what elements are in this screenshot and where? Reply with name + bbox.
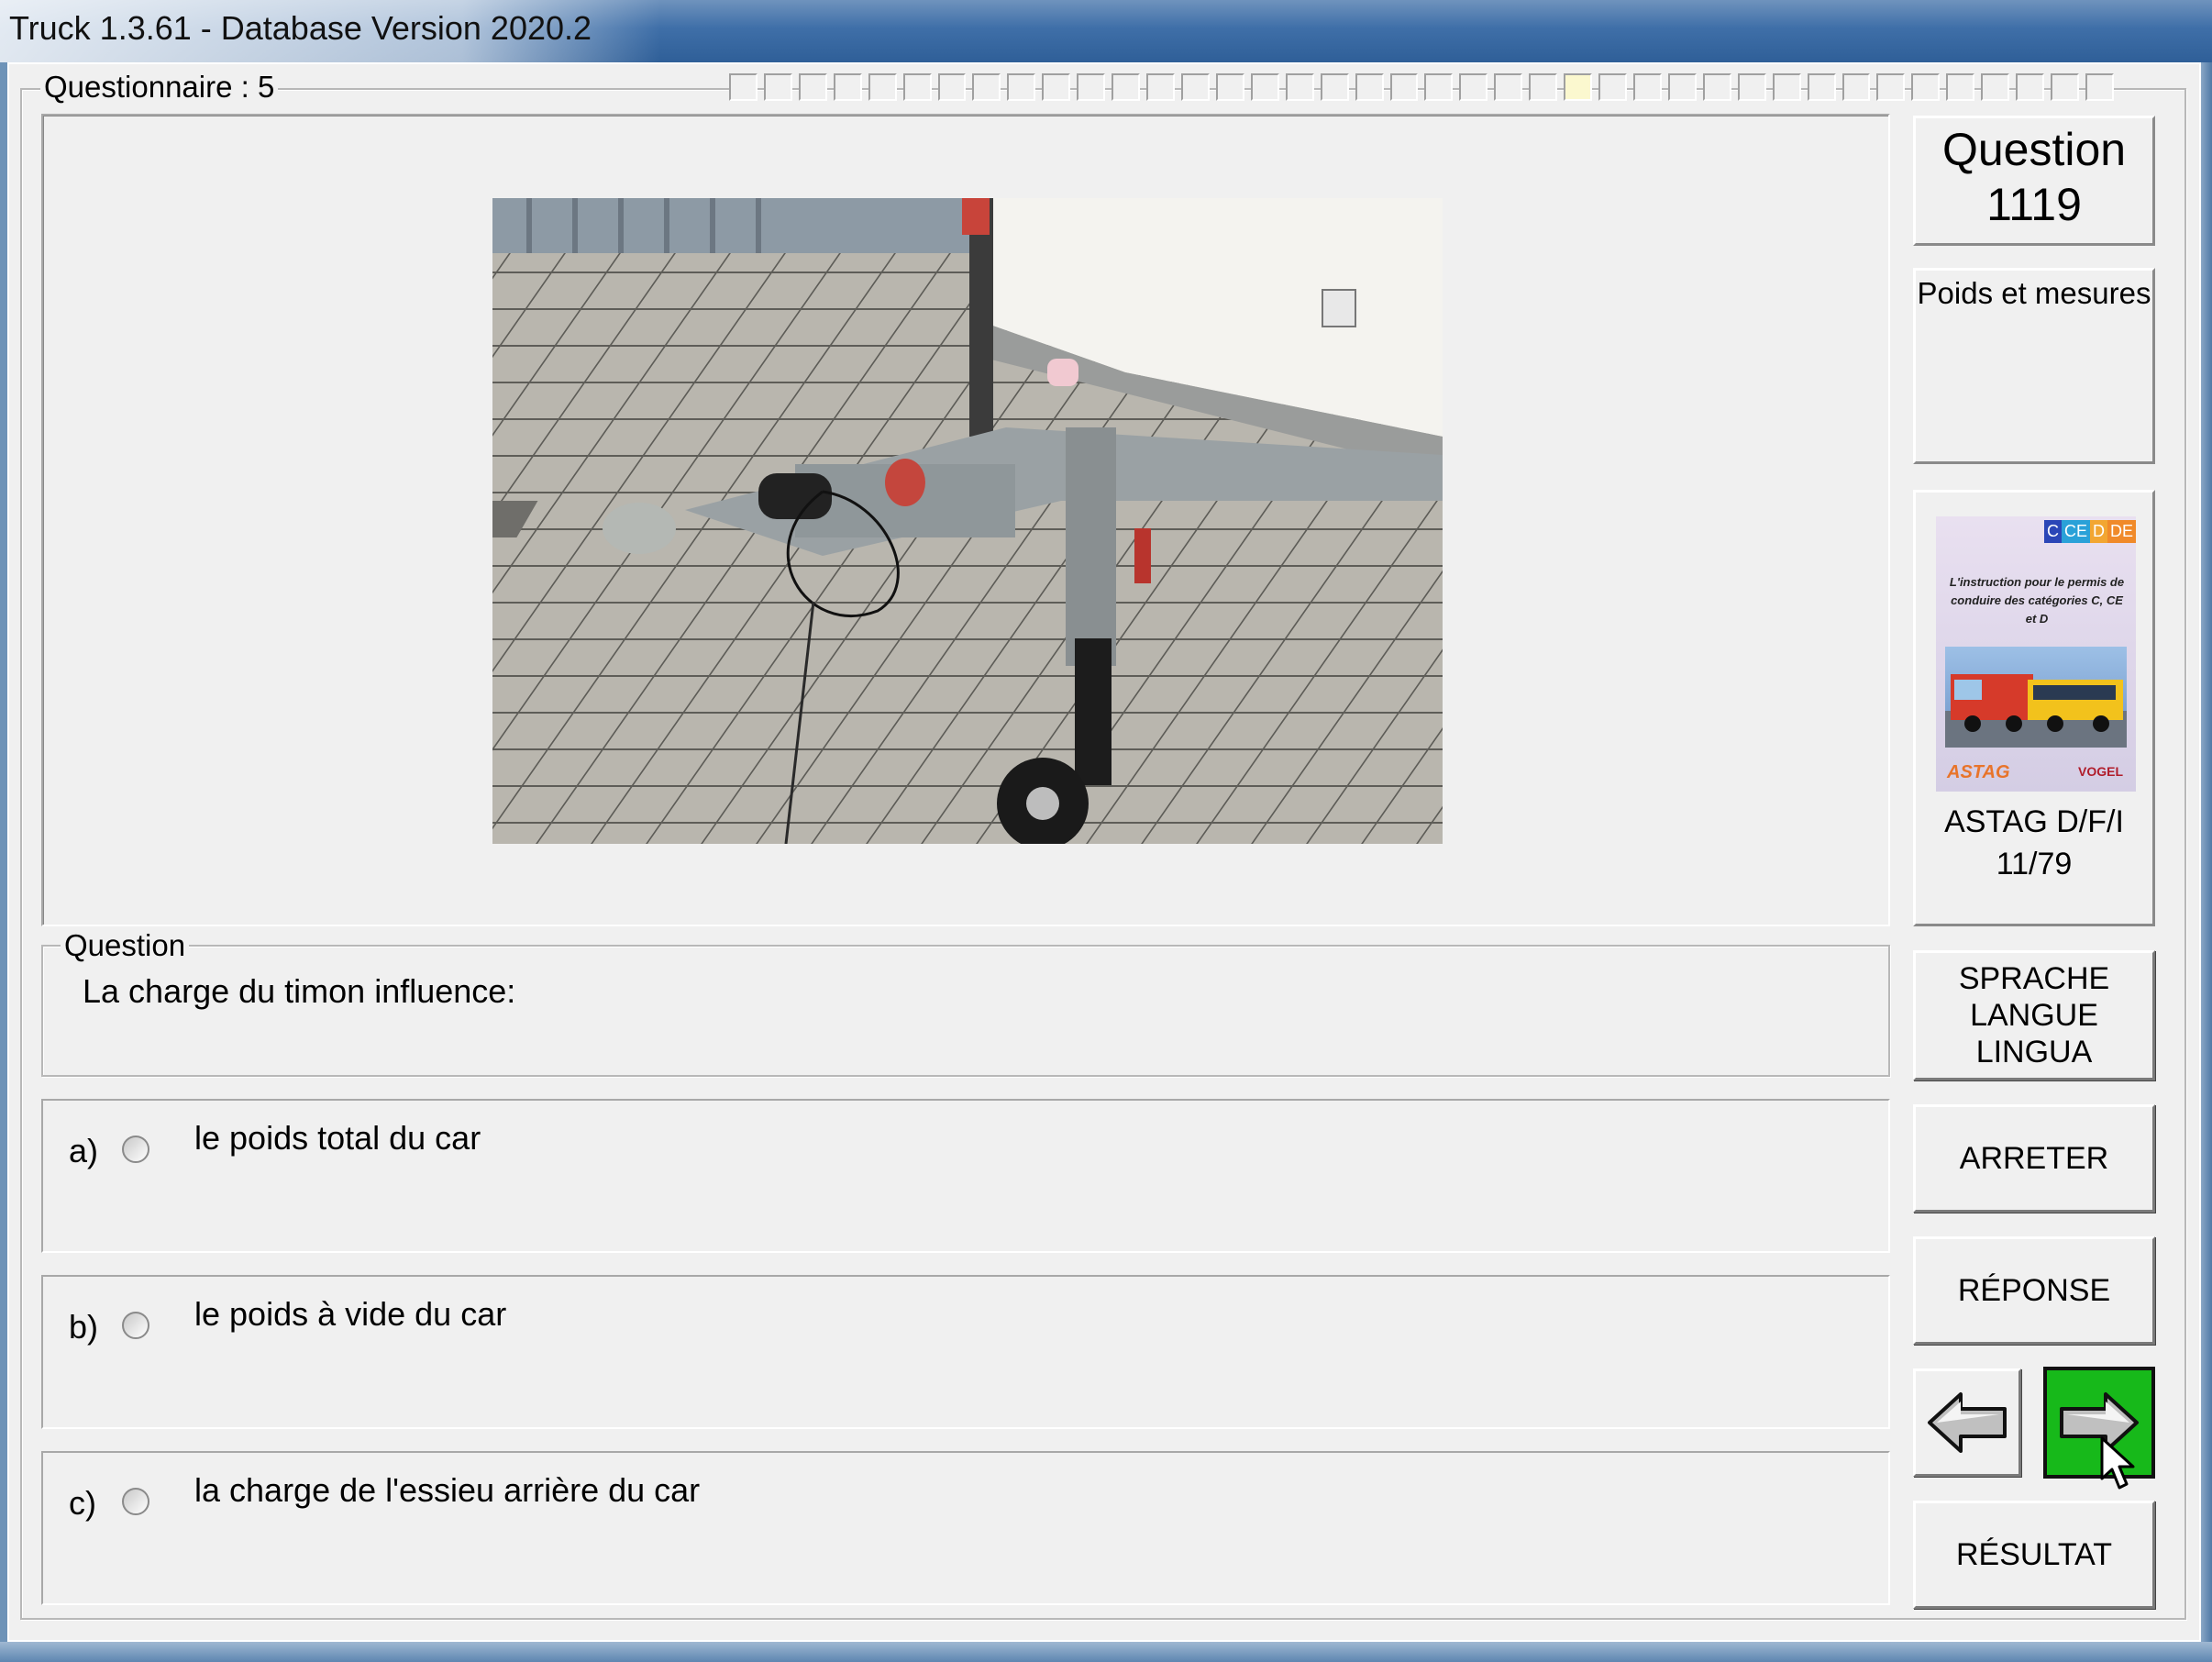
next-button[interactable]: [2043, 1367, 2155, 1479]
progress-segment: [1320, 73, 1349, 101]
progress-segment: [1632, 73, 1662, 101]
language-button[interactable]: SPRACHE LANGUE LINGUA: [1913, 950, 2155, 1080]
progress-segment: [2085, 73, 2114, 101]
language-button-line: SPRACHE: [1958, 961, 2110, 996]
question-photo: [492, 198, 1443, 844]
questionnaire-progress: [729, 73, 2114, 101]
progress-segment: [1807, 73, 1836, 101]
progress-segment: [1876, 73, 1906, 101]
progress-segment: [1667, 73, 1697, 101]
question-group: [41, 945, 1890, 1077]
answer-letter: c): [69, 1484, 96, 1522]
answer-option-a[interactable]: a) le poids total du car: [41, 1099, 1890, 1253]
source-book-box: C CE D DE L'instruction pour le permis d…: [1913, 490, 2155, 926]
window-title: Truck 1.3.61 - Database Version 2020.2: [9, 9, 592, 47]
progress-segment: [1180, 73, 1210, 101]
progress-segment: [972, 73, 1001, 101]
progress-segment: [1077, 73, 1106, 101]
progress-segment: [1702, 73, 1731, 101]
answer-text: la charge de l'essieu arrière du car: [194, 1471, 701, 1509]
answer-c-radio[interactable]: [122, 1488, 149, 1515]
progress-segment: [1250, 73, 1279, 101]
window-frame-right: [2201, 62, 2212, 1662]
window-frame-bottom: [0, 1642, 2212, 1662]
arrow-left-icon: [1928, 1392, 2007, 1453]
answer-text: le poids total du car: [194, 1119, 481, 1157]
progress-segment: [1772, 73, 1801, 101]
progress-segment: [1459, 73, 1488, 101]
progress-segment: [1146, 73, 1175, 101]
book-cover-text: L'instruction pour le permis de conduire…: [1949, 575, 2125, 626]
window-frame-left: [0, 62, 7, 1662]
book-cover-logo-left: ASTAG: [1947, 762, 2010, 782]
answer-option-b[interactable]: b) le poids à vide du car: [41, 1275, 1890, 1429]
answer-button[interactable]: RÉPONSE: [1913, 1236, 2155, 1345]
book-cover-image: C CE D DE L'instruction pour le permis d…: [1936, 516, 2136, 792]
answer-b-radio[interactable]: [122, 1312, 149, 1339]
previous-button[interactable]: [1913, 1368, 2021, 1477]
mouse-cursor-icon: [2100, 1436, 2135, 1490]
progress-segment: [1564, 73, 1593, 101]
language-button-line: LINGUA: [1975, 1035, 2093, 1069]
answer-text: le poids à vide du car: [194, 1295, 507, 1333]
progress-segment: [1215, 73, 1244, 101]
book-tag: CE: [2061, 520, 2090, 543]
progress-segment: [833, 73, 862, 101]
progress-segment: [798, 73, 827, 101]
progress-segment: [1598, 73, 1627, 101]
book-cover-tags: C CE D DE: [2043, 520, 2136, 543]
progress-segment: [1042, 73, 1071, 101]
progress-segment: [763, 73, 792, 101]
stop-button[interactable]: ARRETER: [1913, 1104, 2155, 1213]
progress-segment: [1424, 73, 1454, 101]
language-button-line: LANGUE: [1970, 998, 2098, 1033]
progress-segment: [1494, 73, 1523, 101]
progress-segment: [1285, 73, 1314, 101]
progress-segment: [1737, 73, 1766, 101]
book-caption-page: 11/79: [1996, 847, 2073, 881]
progress-segment: [2051, 73, 2079, 101]
book-tag: C: [2043, 520, 2062, 543]
progress-segment: [1355, 73, 1384, 101]
progress-segment: [1981, 73, 2010, 101]
progress-segment: [1007, 73, 1036, 101]
book-tag: D: [2089, 520, 2107, 543]
question-number-label: Question: [1941, 124, 2127, 175]
category-box: Poids et mesures: [1913, 268, 2155, 464]
progress-segment: [868, 73, 897, 101]
question-text: La charge du timon influence:: [83, 972, 516, 1010]
progress-segment: [1529, 73, 1558, 101]
question-number: 1119: [1986, 179, 2082, 230]
progress-segment: [729, 73, 758, 101]
book-caption: ASTAG D/F/I 11/79: [1916, 801, 2152, 885]
progress-segment: [2016, 73, 2045, 101]
answer-letter: a): [69, 1132, 99, 1169]
book-cover-logo-right: VOGEL: [2077, 764, 2123, 779]
answer-a-radio[interactable]: [122, 1136, 149, 1163]
progress-segment: [1112, 73, 1141, 101]
answer-letter: b): [69, 1308, 99, 1346]
questionnaire-label: Questionnaire : 5: [40, 70, 279, 105]
progress-segment: [1946, 73, 1975, 101]
progress-segment: [1841, 73, 1871, 101]
progress-segment: [1389, 73, 1419, 101]
book-cover-truck-illustration: [1945, 647, 2127, 748]
question-label: Question: [61, 928, 190, 963]
progress-segment: [902, 73, 932, 101]
question-number-box: Question 1119: [1913, 116, 2155, 246]
result-button[interactable]: RÉSULTAT: [1913, 1501, 2155, 1609]
trailer-drawbar-photo: [492, 198, 1443, 844]
category-label: Poids et mesures: [1917, 276, 2151, 310]
answer-option-c[interactable]: c) la charge de l'essieu arrière du car: [41, 1451, 1890, 1605]
book-caption-title: ASTAG D/F/I: [1944, 804, 2124, 839]
book-tag: DE: [2107, 520, 2136, 543]
progress-segment: [937, 73, 967, 101]
progress-segment: [1911, 73, 1941, 101]
window-title-bar[interactable]: Truck 1.3.61 - Database Version 2020.2: [0, 0, 2212, 62]
